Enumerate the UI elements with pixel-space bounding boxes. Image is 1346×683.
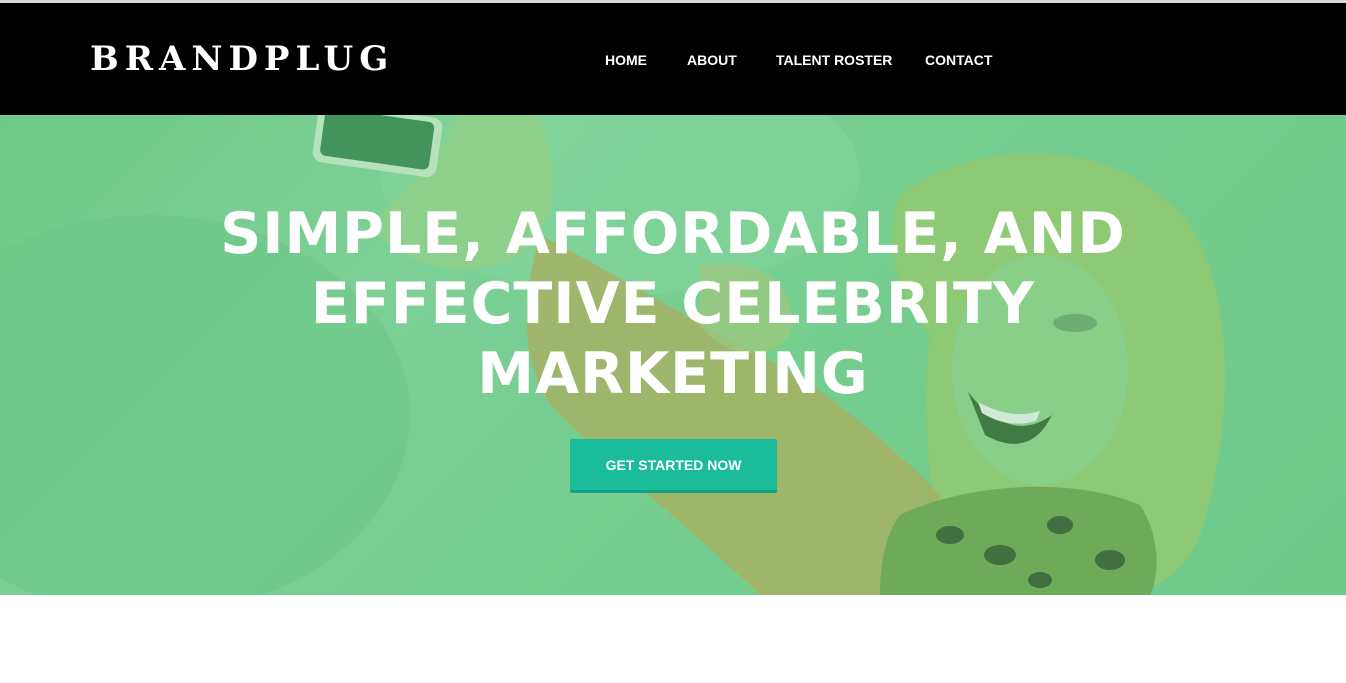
hero-section: SIMPLE, AFFORDABLE, AND EFFECTIVE CELEBR…	[0, 115, 1346, 595]
hero-headline-line-3: MARKETING	[477, 341, 869, 407]
main-nav: HOME ABOUT TALENT ROSTER CONTACT	[0, 50, 1346, 70]
top-navbar: BRANDPLUG HOME ABOUT TALENT ROSTER CONTA…	[0, 3, 1346, 115]
hero-headline-line-1: SIMPLE, AFFORDABLE, AND	[220, 201, 1126, 267]
nav-link-talent-roster[interactable]: TALENT ROSTER	[776, 50, 892, 70]
get-started-button[interactable]: GET STARTED NOW	[570, 439, 777, 493]
hero-headline: SIMPLE, AFFORDABLE, AND EFFECTIVE CELEBR…	[173, 199, 1173, 409]
nav-link-home[interactable]: HOME	[605, 50, 647, 70]
nav-link-about[interactable]: ABOUT	[687, 50, 737, 70]
hero-headline-line-2: EFFECTIVE CELEBRITY	[310, 271, 1036, 337]
nav-link-contact[interactable]: CONTACT	[925, 50, 992, 70]
content-area	[0, 595, 1346, 683]
